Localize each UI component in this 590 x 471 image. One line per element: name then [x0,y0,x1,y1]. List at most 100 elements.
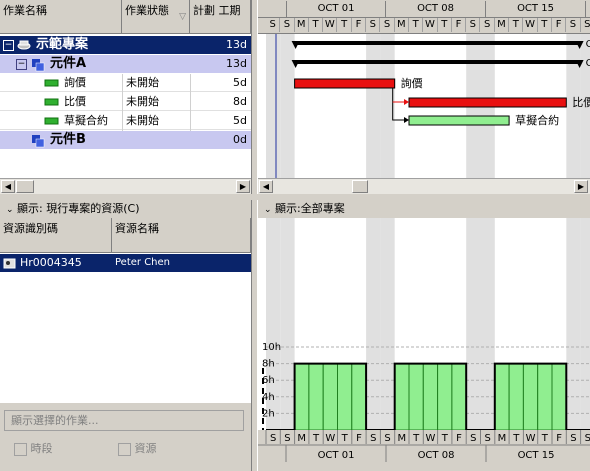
component-summary-bar [294,60,581,64]
checkbox-box[interactable] [14,442,27,456]
task-table-panel: 作業名稱 作業狀態 ▽ 計劃 工期 − 示範專案 13d − 元件A 13d 詢… [0,0,251,178]
histogram-bar [508,363,524,431]
histogram-bar [422,363,439,431]
histogram-panel: 10h8h6h4h2hSSMTWTFSSMTWTFSSMTWTFSSMOCT 0… [258,218,590,471]
resource-checkbox[interactable]: 資源 [118,440,157,456]
column-divider [122,74,123,131]
task-icon [44,112,60,130]
period-checkbox[interactable]: 時段 [14,440,53,456]
histogram-bar [351,363,367,431]
histogram-bar [437,363,453,431]
day-label: T [409,18,424,32]
day-label: M [398,433,407,444]
day-label: S [566,18,581,32]
day-label: W [526,433,536,444]
column-header-resource-id[interactable]: 資源識別碼 [0,218,112,253]
table-row[interactable]: 元件B 0d [0,131,251,149]
task-duration: 0d [233,133,247,146]
scroll-right-button[interactable]: ▶ [236,180,250,193]
summary-date-label: OCT-1 [586,39,590,50]
component-icon [30,131,46,149]
y-tick-label: 8h [262,359,275,370]
day-label: T [538,18,552,32]
table-row[interactable]: 詢價 未開始 5d [0,74,251,92]
resource-histogram: 10h8h6h4h2hSSMTWTFSSMTWTFSSMTWTFSSMOCT 0… [258,218,590,471]
day-label: F [556,433,562,444]
checkbox-box[interactable] [118,442,131,456]
column-header-task-name[interactable]: 作業名稱 [0,0,122,34]
day-label: T [509,18,524,32]
collapse-icon[interactable]: − [3,40,14,51]
project-summary-bar [294,41,581,45]
day-label: F [452,18,467,32]
histogram-bar [551,363,567,431]
day-label: W [523,18,538,32]
weekend-shade [266,34,281,178]
chevron-down-icon[interactable]: ⌄ [258,205,272,215]
day-label: S [470,433,476,444]
histogram-bar [494,363,510,431]
histogram-bar [522,363,539,431]
show-selected-tasks-button[interactable]: 顯示選擇的作業... [4,410,244,431]
gantt-scrollbar[interactable]: ◀ ▶ [258,178,590,194]
weekend-shade [280,218,295,430]
scroll-thumb[interactable] [16,180,34,193]
project-icon [16,36,32,54]
day-label: W [325,433,335,444]
task-duration: 8d [233,95,247,108]
column-header-resource-name[interactable]: 資源名稱 [112,218,251,253]
collapse-icon[interactable]: − [16,59,27,70]
histogram-bar [337,363,353,431]
task-bar-inquiry [294,78,396,89]
day-label: S [366,18,381,32]
dependency-arrow [404,117,409,123]
day-label: W [323,18,338,32]
day-label: T [512,433,520,444]
task-table-scrollbar[interactable]: ◀ ▶ [0,178,251,194]
day-label: S [466,18,481,32]
filter-icon[interactable]: ▽ [179,12,186,22]
day-label: F [356,433,362,444]
resource-view-title: 顯示: 現行專案的資源(C) [17,202,140,215]
resource-id: Hr0004345 [20,256,82,269]
histogram-view-title: 顯示:全部專案 [275,202,345,215]
table-row[interactable]: 比價 未開始 8d [0,93,251,111]
day-label: T [341,433,349,444]
resource-view-header[interactable]: ⌄ 顯示: 現行專案的資源(C) [0,200,251,218]
day-label: S [270,433,276,444]
task-bar-label: 詢價 [401,76,423,90]
chevron-down-icon[interactable]: ⌄ [0,205,14,215]
task-duration: 13d [226,38,247,51]
day-label: T [441,433,449,444]
day-label: F [352,18,367,32]
summary-date-label: OCT-1 [586,58,590,69]
day-label: T [338,18,352,32]
day-label: S [266,18,281,32]
day-label: F [456,433,462,444]
table-row[interactable]: 草擬合約 未開始 5d [0,112,251,130]
day-label: W [426,433,436,444]
weekend-shade [366,34,381,178]
resource-row[interactable]: Hr0004345 Peter Chen [0,254,251,272]
day-label: S [384,433,390,444]
histogram-bar [294,363,310,431]
column-header-duration[interactable]: 計劃 工期 [190,0,251,34]
scroll-left-button[interactable]: ◀ [259,180,273,193]
weekend-shade [566,218,581,430]
column-header-status-label: 作業狀態 [125,4,169,17]
histogram-view-header[interactable]: ⌄ 顯示:全部專案 [258,200,590,218]
histogram-bar [322,363,338,431]
week-label: OCT 15 [486,1,586,17]
scroll-left-button[interactable]: ◀ [1,180,15,193]
scroll-right-button[interactable]: ▶ [574,180,588,193]
week-label: OCT 15 [518,450,555,461]
table-row[interactable]: − 示範專案 13d [0,36,251,54]
vertical-splitter[interactable] [251,0,258,471]
scroll-thumb[interactable] [352,180,368,193]
day-label: S [380,18,395,32]
day-label: S [570,433,576,444]
task-duration: 13d [226,57,247,70]
day-label: W [423,18,438,32]
table-row[interactable]: − 元件A 13d [0,55,251,73]
column-header-task-status[interactable]: 作業狀態 ▽ [122,0,190,34]
